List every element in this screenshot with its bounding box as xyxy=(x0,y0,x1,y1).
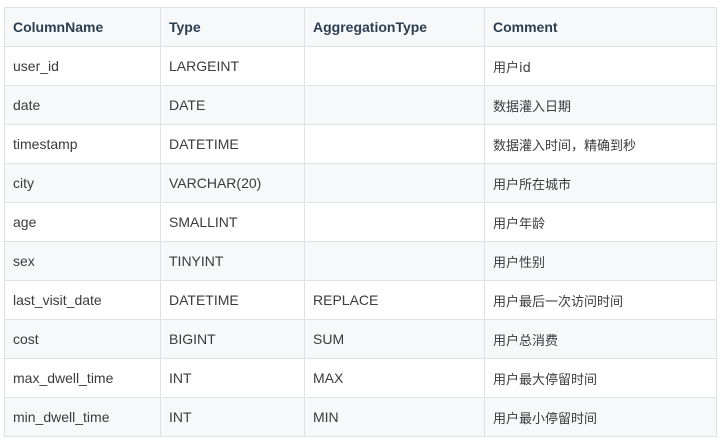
cell-aggregation-type xyxy=(304,241,485,281)
cell-comment: 用户id xyxy=(484,46,717,86)
cell-comment: 用户最大停留时间 xyxy=(484,358,717,398)
cell-type: LARGEINT xyxy=(160,46,305,86)
cell-comment: 用户性别 xyxy=(484,241,717,281)
header-type: Type xyxy=(160,7,305,47)
cell-aggregation-type xyxy=(304,46,485,86)
table-row: user_id LARGEINT 用户id xyxy=(4,46,717,86)
cell-comment: 用户所在城市 xyxy=(484,163,717,203)
cell-column-name: age xyxy=(4,202,161,242)
cell-aggregation-type: MIN xyxy=(304,397,485,437)
cell-column-name: sex xyxy=(4,241,161,281)
table-row: max_dwell_time INT MAX 用户最大停留时间 xyxy=(4,358,717,398)
table-row: city VARCHAR(20) 用户所在城市 xyxy=(4,163,717,203)
cell-type: DATETIME xyxy=(160,124,305,164)
table-row: last_visit_date DATETIME REPLACE 用户最后一次访… xyxy=(4,280,717,320)
cell-column-name: cost xyxy=(4,319,161,359)
header-column-name: ColumnName xyxy=(4,7,161,47)
cell-type: BIGINT xyxy=(160,319,305,359)
cell-type: DATETIME xyxy=(160,280,305,320)
cell-comment: 用户年龄 xyxy=(484,202,717,242)
cell-comment: 用户最小停留时间 xyxy=(484,397,717,437)
cell-column-name: min_dwell_time xyxy=(4,397,161,437)
cell-aggregation-type xyxy=(304,202,485,242)
table-row: timestamp DATETIME 数据灌入时间，精确到秒 xyxy=(4,124,717,164)
header-comment: Comment xyxy=(484,7,717,47)
table-row: sex TINYINT 用户性别 xyxy=(4,241,717,281)
cell-type: VARCHAR(20) xyxy=(160,163,305,203)
cell-type: INT xyxy=(160,358,305,398)
schema-table: ColumnName Type AggregationType Comment … xyxy=(4,7,717,437)
cell-comment: 数据灌入时间，精确到秒 xyxy=(484,124,717,164)
cell-aggregation-type xyxy=(304,163,485,203)
cell-aggregation-type: MAX xyxy=(304,358,485,398)
cell-aggregation-type xyxy=(304,124,485,164)
table-row: min_dwell_time INT MIN 用户最小停留时间 xyxy=(4,397,717,437)
cell-column-name: last_visit_date xyxy=(4,280,161,320)
cell-comment: 用户最后一次访问时间 xyxy=(484,280,717,320)
cell-type: SMALLINT xyxy=(160,202,305,242)
cell-column-name: max_dwell_time xyxy=(4,358,161,398)
cell-column-name: timestamp xyxy=(4,124,161,164)
cell-comment: 用户总消费 xyxy=(484,319,717,359)
cell-aggregation-type: SUM xyxy=(304,319,485,359)
cell-aggregation-type: REPLACE xyxy=(304,280,485,320)
cell-column-name: user_id xyxy=(4,46,161,86)
table-container: ColumnName Type AggregationType Comment … xyxy=(4,7,717,437)
cell-type: INT xyxy=(160,397,305,437)
table-row: cost BIGINT SUM 用户总消费 xyxy=(4,319,717,359)
cell-column-name: city xyxy=(4,163,161,203)
header-row: ColumnName Type AggregationType Comment xyxy=(4,7,717,47)
table-row: date DATE 数据灌入日期 xyxy=(4,85,717,125)
cell-comment: 数据灌入日期 xyxy=(484,85,717,125)
cell-aggregation-type xyxy=(304,85,485,125)
cell-type: DATE xyxy=(160,85,305,125)
cell-column-name: date xyxy=(4,85,161,125)
table-row: age SMALLINT 用户年龄 xyxy=(4,202,717,242)
header-aggregation-type: AggregationType xyxy=(304,7,485,47)
cell-type: TINYINT xyxy=(160,241,305,281)
